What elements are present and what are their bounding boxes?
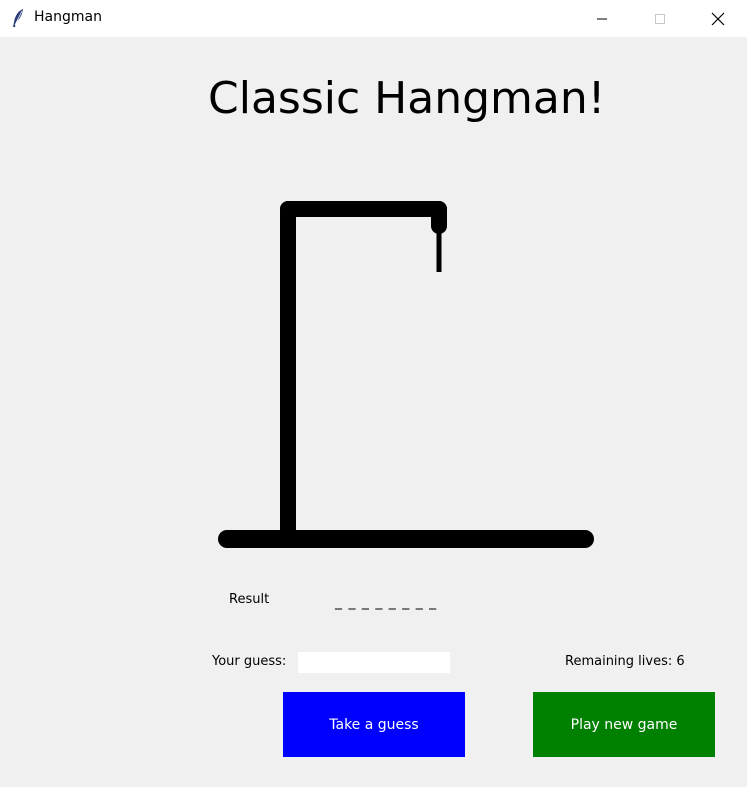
play-new-game-button[interactable]: Play new game: [533, 692, 715, 757]
maximize-icon: [655, 13, 665, 24]
minimize-button[interactable]: [573, 0, 631, 37]
feather-icon: [13, 9, 23, 27]
take-guess-label: Take a guess: [329, 716, 419, 733]
maximize-button[interactable]: [631, 0, 689, 37]
game-window: Classic Hangman! Result _ _ _ _ _ _ _ _ …: [0, 37, 747, 787]
gallows-beam: [280, 201, 447, 234]
result-label: Result: [229, 592, 270, 607]
play-new-game-label: Play new game: [570, 716, 678, 733]
guess-input[interactable]: [298, 652, 450, 673]
guess-label: Your guess:: [212, 654, 287, 669]
close-button[interactable]: [689, 0, 747, 37]
close-icon: [711, 12, 725, 25]
remaining-lives: Remaining lives: 6: [565, 654, 685, 669]
title-bar: Hangman: [0, 0, 747, 37]
window-title: Hangman: [34, 9, 102, 25]
word-display: _ _ _ _ _ _ _ _: [335, 594, 438, 610]
gallows-drawing: [218, 201, 594, 548]
minimize-icon: [597, 18, 607, 19]
take-guess-button[interactable]: Take a guess: [283, 692, 465, 757]
